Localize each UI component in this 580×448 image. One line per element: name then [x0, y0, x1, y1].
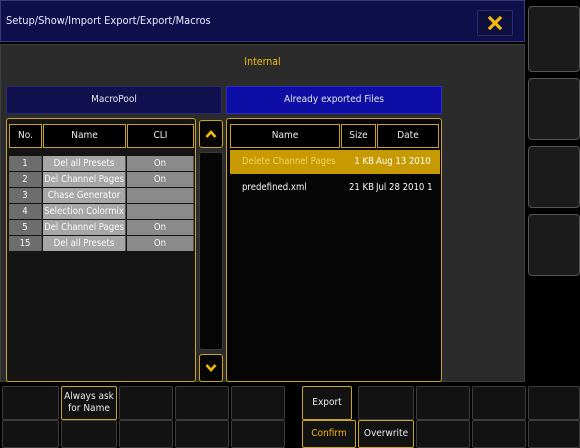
- macro-no: 15: [9, 236, 42, 251]
- softkey-14[interactable]: [175, 420, 229, 448]
- column-header-no[interactable]: No.: [9, 124, 42, 148]
- softkey-12[interactable]: [61, 420, 117, 448]
- overwrite-button[interactable]: Overwrite: [358, 420, 414, 448]
- scrollbar-track[interactable]: [199, 152, 223, 350]
- file-row-selected[interactable]: Delete Channel Pages 1 KB Aug 13 2010: [230, 150, 440, 174]
- macro-no: 3: [9, 188, 42, 203]
- column-header-name[interactable]: Name: [230, 124, 340, 148]
- macro-cli: On: [127, 156, 194, 171]
- export-label: Export: [312, 397, 342, 408]
- side-button-4[interactable]: [528, 214, 580, 276]
- close-x-icon: [487, 15, 503, 31]
- macro-cli: On: [127, 236, 194, 251]
- side-button-3[interactable]: [528, 146, 580, 208]
- macro-no: 1: [9, 156, 42, 171]
- macro-cli: On: [127, 220, 194, 235]
- close-button[interactable]: [477, 10, 513, 36]
- file-row[interactable]: predefined.xml 21 KB Jul 28 2010 1: [230, 176, 440, 200]
- file-date: Aug 13 2010: [376, 156, 431, 167]
- chevron-up-icon: [205, 130, 217, 138]
- macro-cli: [127, 204, 194, 219]
- file-size: 1 KB: [354, 156, 374, 167]
- softkey-1[interactable]: [2, 386, 59, 420]
- column-header-size[interactable]: Size: [341, 124, 376, 148]
- macro-no: 4: [9, 204, 42, 219]
- chevron-down-icon: [205, 364, 217, 372]
- column-header-date[interactable]: Date: [377, 124, 439, 148]
- confirm-label: Confirm: [311, 428, 347, 439]
- macro-name: Del Channel Pages: [43, 220, 126, 235]
- macro-pool-header[interactable]: MacroPool: [6, 86, 222, 114]
- softkey-11[interactable]: [2, 420, 59, 448]
- macro-name: Del all Presets: [43, 156, 126, 171]
- file-name: predefined.xml: [242, 182, 307, 193]
- softkey-13[interactable]: [119, 420, 173, 448]
- side-button-1[interactable]: [528, 6, 580, 72]
- side-button-2[interactable]: [528, 78, 580, 140]
- softkey-4[interactable]: [175, 386, 229, 420]
- softkey-7[interactable]: [358, 386, 414, 420]
- column-header-name[interactable]: Name: [43, 124, 126, 148]
- macro-cli: On: [127, 172, 194, 187]
- macro-name: Chase Generator: [43, 188, 126, 203]
- always-ask-for-name-button[interactable]: Always ask for Name: [61, 386, 117, 420]
- softkey-20[interactable]: [528, 420, 580, 448]
- column-header-cli[interactable]: CLI: [127, 124, 194, 148]
- macro-name: Del all Presets: [43, 236, 126, 251]
- macro-no: 5: [9, 220, 42, 235]
- confirm-button[interactable]: Confirm: [302, 420, 356, 448]
- section-label: Internal: [244, 56, 281, 68]
- scroll-up-button[interactable]: [199, 120, 223, 148]
- overwrite-label: Overwrite: [363, 428, 409, 439]
- macro-cli: [127, 188, 194, 203]
- file-name: Delete Channel Pages: [242, 156, 336, 167]
- softkey-9[interactable]: [472, 386, 526, 420]
- export-button[interactable]: Export: [302, 386, 352, 420]
- always-ask-label: Always ask for Name: [64, 391, 114, 414]
- macro-name: Del Channel Pages: [43, 172, 126, 187]
- softkey-19[interactable]: [472, 420, 526, 448]
- window-title: Setup/Show/Import Export/Export/Macros: [6, 14, 211, 27]
- softkey-5[interactable]: [231, 386, 285, 420]
- file-date: Jul 28 2010 1: [376, 182, 433, 193]
- scroll-down-button[interactable]: [199, 354, 223, 382]
- macro-name: Selection Colormix: [43, 204, 126, 219]
- softkey-10[interactable]: [528, 386, 580, 420]
- softkey-15[interactable]: [231, 420, 285, 448]
- softkey-18[interactable]: [416, 420, 470, 448]
- file-size: 21 KB: [348, 182, 374, 193]
- softkey-8[interactable]: [416, 386, 470, 420]
- macro-no: 2: [9, 172, 42, 187]
- exported-files-header[interactable]: Already exported Files: [226, 86, 442, 114]
- softkey-3[interactable]: [119, 386, 173, 420]
